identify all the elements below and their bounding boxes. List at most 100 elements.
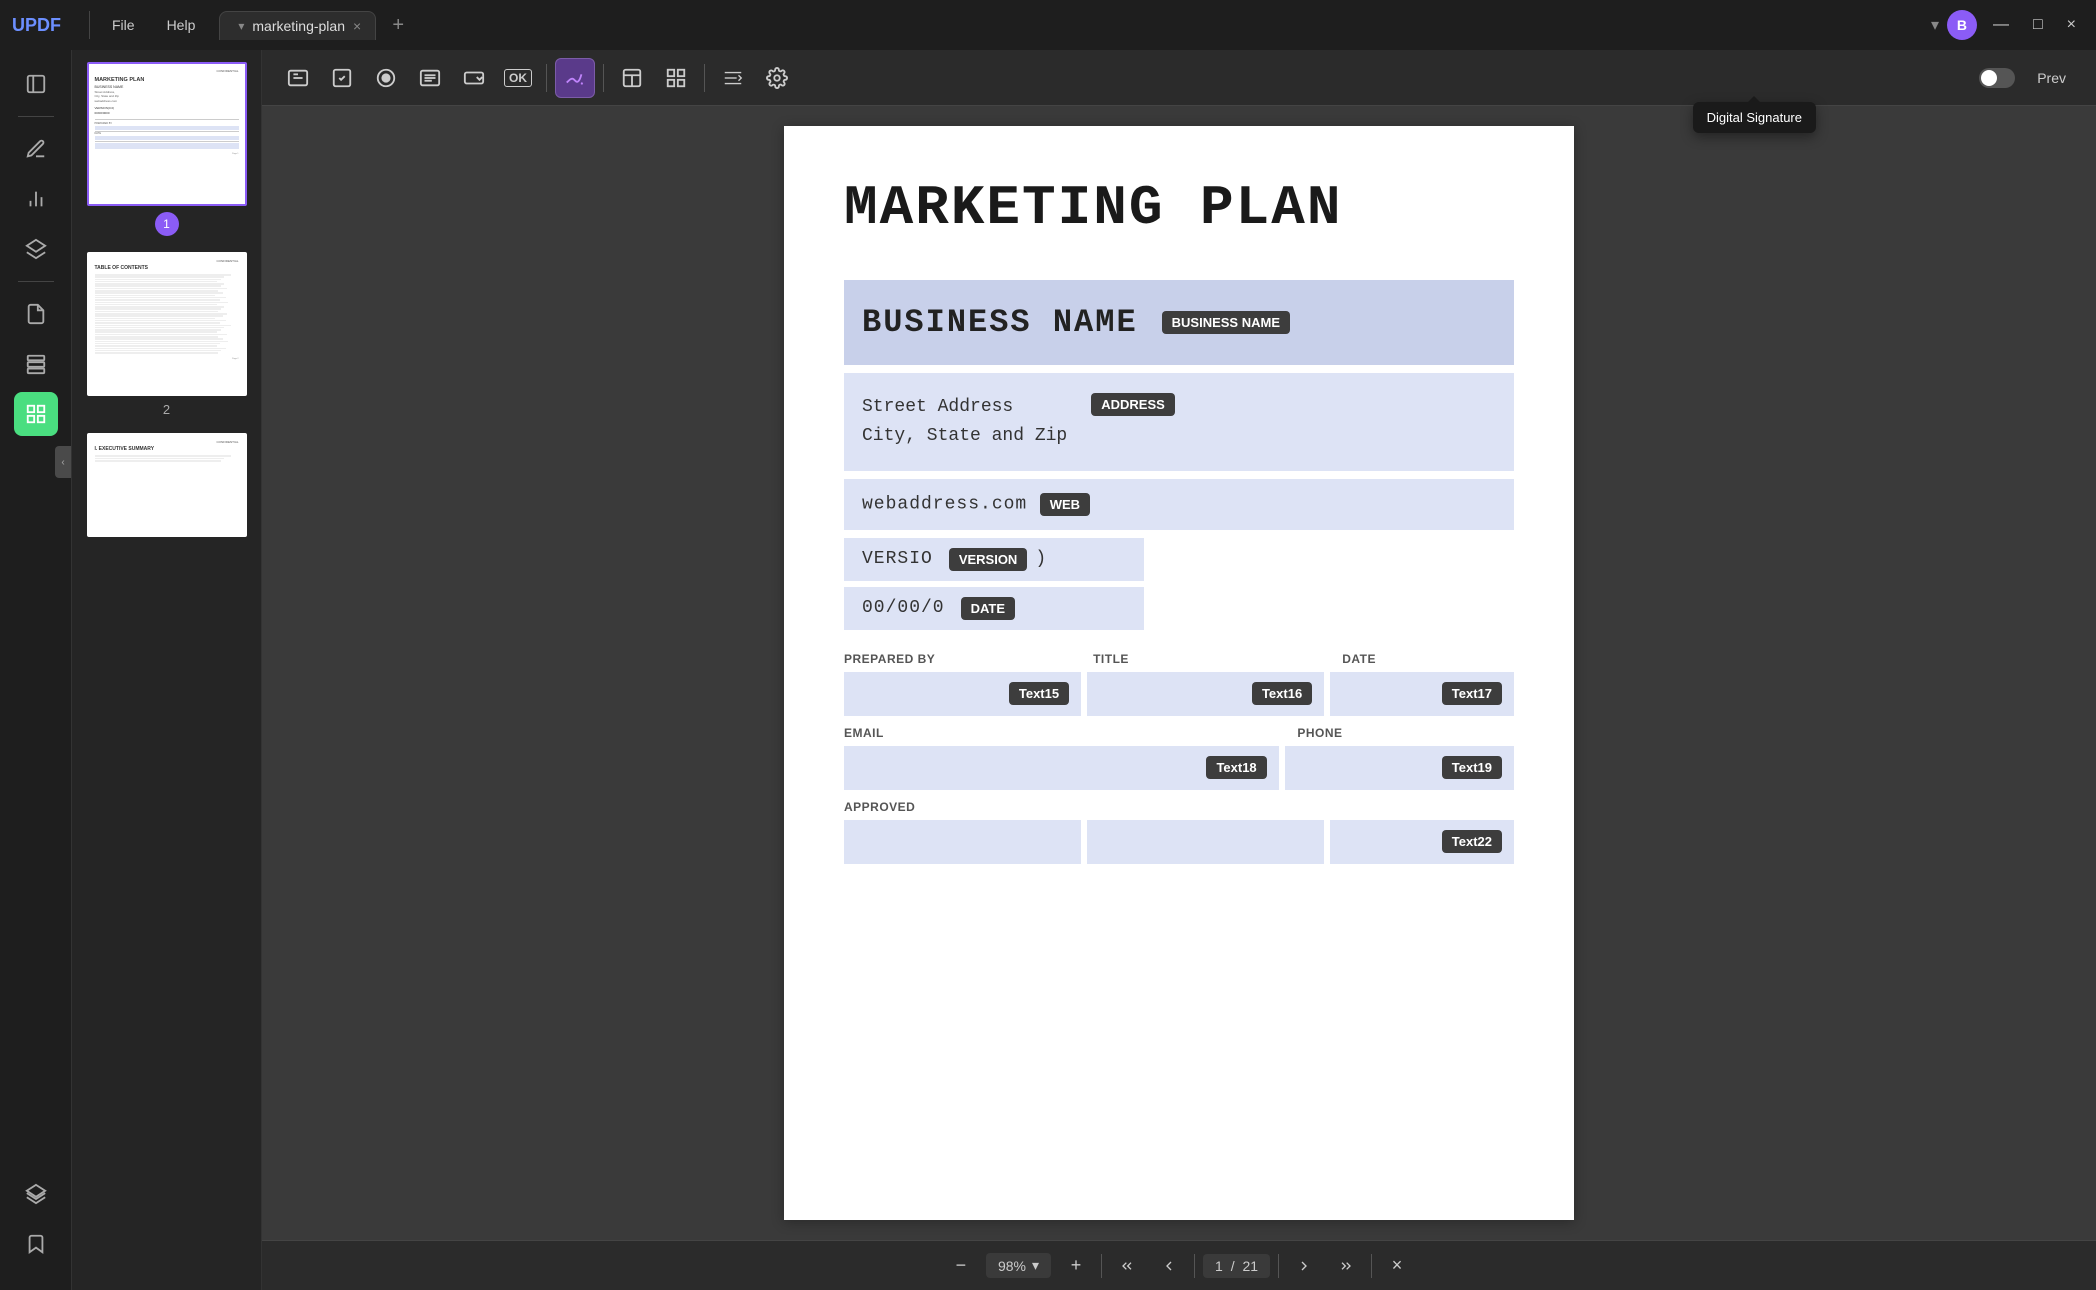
business-name-tag: BUSINESS NAME xyxy=(1162,311,1290,334)
close-btn[interactable]: × xyxy=(2059,12,2084,38)
toc-line xyxy=(95,304,217,306)
approved-row: Text22 xyxy=(844,820,1514,864)
text19-tag: Text19 xyxy=(1442,756,1502,779)
text16-cell: Text16 xyxy=(1087,672,1324,716)
text19-cell: Text19 xyxy=(1285,746,1514,790)
toggle-knob xyxy=(1981,70,1997,86)
thumb-page-3[interactable]: CONFIDENTIAL I. EXECUTIVE SUMMARY xyxy=(87,433,247,543)
document-view[interactable]: MARKETING PLAN BUSINESS NAME BUSINESS NA… xyxy=(262,106,2096,1240)
zoom-display: 98% ▾ xyxy=(986,1253,1051,1278)
toc-line xyxy=(95,274,232,276)
sidebar-icon-doc[interactable] xyxy=(14,292,58,336)
main-area: OK xyxy=(262,50,2096,1290)
zoom-minus-icon: − xyxy=(956,1255,967,1276)
sidebar-icon-stack[interactable] xyxy=(14,342,58,386)
toc-line xyxy=(95,331,217,333)
zoom-in-btn[interactable]: + xyxy=(1059,1249,1093,1283)
title-label-cell: TITLE xyxy=(1073,650,1322,668)
toc-line xyxy=(95,329,222,331)
toolbar-divider-2 xyxy=(603,64,604,92)
radio-tool-btn[interactable] xyxy=(366,58,406,98)
toc-line xyxy=(95,350,222,352)
text-field-tool-btn[interactable] xyxy=(278,58,318,98)
toolbar-divider-1 xyxy=(546,64,547,92)
thumb-date2: DATE xyxy=(95,132,239,135)
sidebar-icon-chart[interactable] xyxy=(14,177,58,221)
grid-tool-btn[interactable] xyxy=(656,58,696,98)
sidebar-icon-pencil[interactable] xyxy=(14,127,58,171)
sidebar-icon-bookmark[interactable] xyxy=(14,1222,58,1266)
thumb-page-1[interactable]: CONFIDENTIAL MARKETING PLAN BUSINESS NAM… xyxy=(87,62,247,236)
zoom-dropdown-icon[interactable]: ▾ xyxy=(1032,1257,1039,1274)
prev-button[interactable]: Prev xyxy=(2023,64,2080,92)
toggle-switch[interactable] xyxy=(1979,68,2015,88)
title-bar: UPDF File Help ▾ marketing-plan × + ▾ B … xyxy=(0,0,2096,50)
signature-tool-btn[interactable] xyxy=(555,58,595,98)
thumb-web: webaddress.com xyxy=(95,99,239,103)
maximize-btn[interactable]: □ xyxy=(2025,12,2051,38)
new-tab-button[interactable]: + xyxy=(384,11,412,39)
email-phone-row: Text18 Text19 xyxy=(844,746,1514,790)
sidebar-icon-layers[interactable] xyxy=(14,227,58,271)
text16-tag: Text16 xyxy=(1252,682,1312,705)
sidebar-icon-book[interactable] xyxy=(14,62,58,106)
page-display: 1 / 21 xyxy=(1203,1254,1270,1278)
thumb-toc-lines xyxy=(95,274,239,354)
thumb-address: Street Address,City, State and Zip xyxy=(95,90,239,98)
thumb-frame-1: CONFIDENTIAL MARKETING PLAN BUSINESS NAM… xyxy=(87,62,247,206)
toc-line xyxy=(95,295,216,297)
bottom-nav: − 98% ▾ + 1 / 21 xyxy=(262,1240,2096,1290)
prep-labels-row: PREPARED BY TITLE DATE xyxy=(844,650,1514,668)
settings-tool-btn[interactable] xyxy=(757,58,797,98)
tab-close-btn[interactable]: × xyxy=(353,18,361,34)
title-menu: File Help xyxy=(98,13,209,37)
toc-line xyxy=(95,297,226,299)
business-name-section: BUSINESS NAME BUSINESS NAME xyxy=(844,280,1514,365)
dropdown-tool-btn[interactable] xyxy=(454,58,494,98)
menu-help[interactable]: Help xyxy=(153,13,210,37)
align-tool-btn[interactable] xyxy=(713,58,753,98)
layout-tool-btn[interactable] xyxy=(612,58,652,98)
prev-page-btn[interactable] xyxy=(1152,1249,1186,1283)
address-tag: ADDRESS xyxy=(1091,393,1175,416)
last-page-btn[interactable] xyxy=(1329,1249,1363,1283)
toc-line xyxy=(95,313,227,315)
close-icon: × xyxy=(1392,1255,1403,1276)
zoom-out-btn[interactable]: − xyxy=(944,1249,978,1283)
menu-file[interactable]: File xyxy=(98,13,149,37)
tabs-dropdown-icon[interactable]: ▾ xyxy=(1931,15,1939,35)
nav-divider-3 xyxy=(1278,1254,1279,1278)
tab-bar: ▾ marketing-plan × + xyxy=(219,11,1931,40)
version-label: VERSIO xyxy=(862,549,933,569)
sidebar-icon-grid[interactable] xyxy=(14,392,58,436)
thumb-toc-title: TABLE OF CONTENTS xyxy=(95,265,239,271)
checkbox-tool-btn[interactable] xyxy=(322,58,362,98)
toc-line xyxy=(95,338,223,340)
sidebar-divider-2 xyxy=(18,281,54,282)
thumb-page-2[interactable]: CONFIDENTIAL TABLE OF CONTENTS xyxy=(87,252,247,417)
text15-tag: Text15 xyxy=(1009,682,1069,705)
text15-cell: Text15 xyxy=(844,672,1081,716)
next-page-btn[interactable] xyxy=(1287,1249,1321,1283)
doc-page-1: MARKETING PLAN BUSINESS NAME BUSINESS NA… xyxy=(784,126,1574,1220)
sidebar-icon-layers-bottom[interactable] xyxy=(14,1172,58,1216)
ok-button-tool-btn[interactable]: OK xyxy=(498,58,538,98)
close-nav-btn[interactable]: × xyxy=(1380,1249,1414,1283)
tab-marketing-plan[interactable]: ▾ marketing-plan × xyxy=(219,11,376,40)
panel-collapse-btn[interactable]: ‹ xyxy=(55,446,71,478)
first-page-btn[interactable] xyxy=(1110,1249,1144,1283)
list-tool-btn[interactable] xyxy=(410,58,450,98)
minimize-btn[interactable]: — xyxy=(1985,12,2017,38)
biz-name-row: BUSINESS NAME BUSINESS NAME xyxy=(862,304,1496,341)
thumb-number-1: 1 xyxy=(155,212,179,236)
web-tag: WEB xyxy=(1040,493,1090,516)
toc-line xyxy=(95,292,223,294)
thumb-pagenum-1: Page 1 xyxy=(95,153,239,155)
sidebar-bottom xyxy=(14,1172,58,1278)
page-current: 1 xyxy=(1215,1258,1223,1274)
tab-dropdown-arrow[interactable]: ▾ xyxy=(238,19,244,33)
email-label-cell: EMAIL xyxy=(844,724,1277,742)
thumb-line-1 xyxy=(95,119,239,120)
prep-input-row: Text15 Text16 Text17 xyxy=(844,672,1514,716)
user-avatar[interactable]: B xyxy=(1947,10,1977,40)
